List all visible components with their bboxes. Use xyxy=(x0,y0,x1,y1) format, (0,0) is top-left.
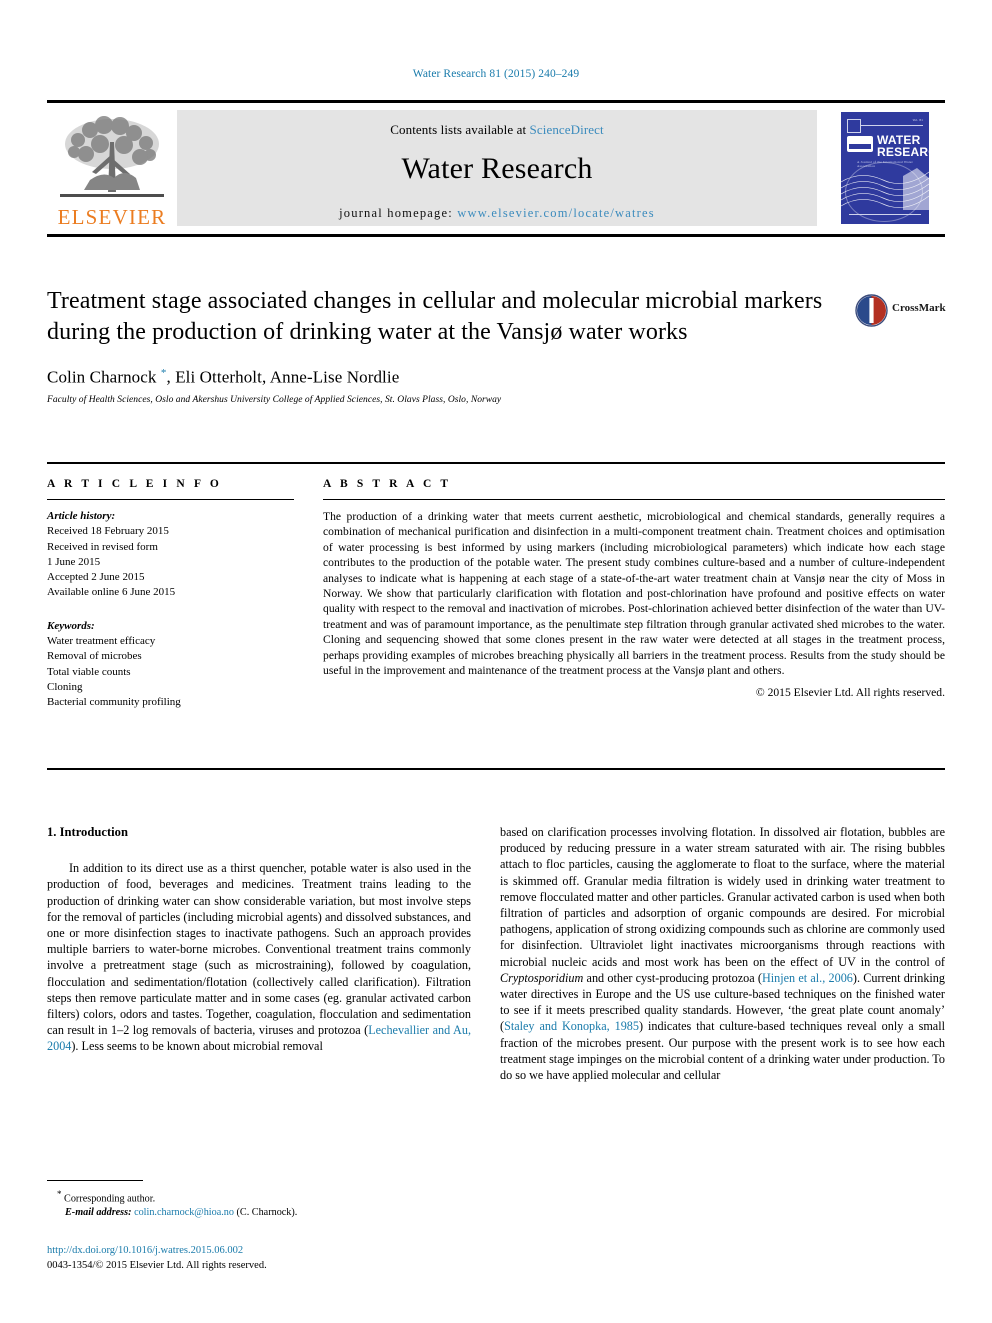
email-link[interactable]: colin.charnock@hioa.no xyxy=(134,1207,234,1218)
history-item: Received in revised form xyxy=(47,540,158,553)
organism-name-cryptosporidium: Cryptosporidium xyxy=(500,970,584,985)
abstract-column: A B S T R A C T The production of a drin… xyxy=(323,478,945,699)
keyword-item: Cloning xyxy=(47,680,83,693)
article-info-column: A R T I C L E I N F O Article history: R… xyxy=(47,478,294,711)
title-block: Treatment stage associated changes in ce… xyxy=(47,286,837,405)
keywords-block: Keywords: Water treatment efficacy Remov… xyxy=(47,619,294,711)
abstract-copyright: © 2015 Elsevier Ltd. All rights reserved… xyxy=(755,686,945,700)
contents-prefix: Contents lists available at xyxy=(390,122,530,137)
history-item: Received 18 February 2015 xyxy=(47,525,169,538)
masthead-bottom-rule xyxy=(47,234,945,237)
running-head: Water Research 81 (2015) 240–249 xyxy=(412,68,580,80)
email-line: E-mail address: colin.charnock@hioa.no (… xyxy=(47,1206,471,1220)
article-info-hairline xyxy=(47,499,294,500)
abstract-heading: A B S T R A C T xyxy=(323,478,452,490)
email-suffix: (C. Charnock). xyxy=(236,1207,298,1219)
article-info-heading: A R T I C L E I N F O xyxy=(47,478,222,490)
keywords-label: Keywords: xyxy=(47,619,95,632)
info-top-rule xyxy=(47,462,945,464)
history-item: Available online 6 June 2015 xyxy=(47,586,176,599)
intro-right-text-1: based on clarification processes involvi… xyxy=(500,825,945,969)
history-item: Accepted 2 June 2015 xyxy=(47,571,145,584)
introduction-paragraph-right: based on clarification processes involvi… xyxy=(500,824,945,1083)
doi-link[interactable]: http://dx.doi.org/10.1016/j.watres.2015.… xyxy=(47,1244,477,1259)
sciencedirect-band: Contents lists available at ScienceDirec… xyxy=(177,110,817,226)
body-column-right: based on clarification processes involvi… xyxy=(500,824,945,1083)
cover-volume-label: Vol. 81 xyxy=(912,118,923,122)
cover-top-rule xyxy=(861,125,923,126)
introduction-heading: 1. Introduction xyxy=(47,825,128,839)
keyword-item: Total viable counts xyxy=(47,665,131,678)
cover-title: WATER RESEARCH xyxy=(877,134,929,158)
history-item: 1 June 2015 xyxy=(47,555,101,568)
journal-cover-thumbnail: Vol. 81 WATER RESEARCH A Journal of the … xyxy=(829,110,941,226)
affiliation: Faculty of Health Sciences, Oslo and Ake… xyxy=(47,394,502,405)
imprint-block: http://dx.doi.org/10.1016/j.watres.2015.… xyxy=(47,1244,477,1273)
cover-elsevier-icon xyxy=(847,119,861,133)
body-column-left: 1. Introduction In addition to its direc… xyxy=(47,824,471,1055)
iwa-logo-icon xyxy=(847,136,873,152)
corresponding-author-label: Corresponding author. xyxy=(64,1193,156,1205)
crossmark-icon xyxy=(855,294,888,327)
corresponding-author-superscript: * xyxy=(160,367,167,379)
cover-title-line2: RESEARCH xyxy=(877,145,929,159)
introduction-paragraph-left: In addition to its direct use as a thirs… xyxy=(47,860,471,1054)
corresponding-author-marker: * xyxy=(57,1189,62,1199)
footnote-block: * Corresponding author. E-mail address: … xyxy=(47,1180,471,1220)
corresponding-author-line: * Corresponding author. xyxy=(47,1187,471,1206)
article-history-label: Article history: xyxy=(47,510,116,522)
cover-artwork: Vol. 81 WATER RESEARCH A Journal of the … xyxy=(841,112,929,224)
journal-homepage-line: journal homepage: www.elsevier.com/locat… xyxy=(177,206,817,221)
elsevier-wordmark: ELSEVIER xyxy=(57,205,167,229)
abstract-text: The production of a drinking water that … xyxy=(323,510,945,678)
issn-copyright: 0043-1354/© 2015 Elsevier Ltd. All right… xyxy=(47,1259,267,1271)
keyword-item: Bacterial community profiling xyxy=(47,696,181,709)
journal-masthead: ELSEVIER Contents lists available at Sci… xyxy=(47,100,945,237)
sciencedirect-link[interactable]: ScienceDirect xyxy=(530,122,604,137)
crossmark-label: CrossMark xyxy=(892,302,946,314)
crossmark-badge[interactable]: CrossMark xyxy=(855,292,946,336)
elsevier-tree-icon xyxy=(60,116,164,197)
citation-hinjen[interactable]: Hinjen et al., 2006 xyxy=(762,971,853,985)
article-history-block: Article history: Received 18 February 20… xyxy=(47,509,294,601)
masthead-top-rule xyxy=(47,100,945,103)
intro-left-text-1: In addition to its direct use as a thirs… xyxy=(47,861,471,1038)
homepage-label: journal homepage: xyxy=(339,206,453,220)
homepage-url[interactable]: www.elsevier.com/locate/watres xyxy=(457,206,655,220)
contents-line: Contents lists available at ScienceDirec… xyxy=(177,110,817,138)
keyword-item: Removal of microbes xyxy=(47,650,142,663)
author-list: Colin Charnock *, Eli Otterholt, Anne-Li… xyxy=(47,367,400,387)
intro-right-text-2: and other cyst-producing protozoa ( xyxy=(583,970,762,985)
keyword-item: Water treatment efficacy xyxy=(47,635,156,648)
intro-left-text-2: ). Less seems to be known about microbia… xyxy=(71,1039,323,1054)
page-title: Treatment stage associated changes in ce… xyxy=(47,288,823,345)
journal-title: Water Research xyxy=(401,152,593,185)
footnote-rule xyxy=(47,1180,143,1181)
email-label: E-mail address: xyxy=(65,1207,132,1219)
cover-wave-graphic xyxy=(841,168,929,210)
citation-staley-konopka[interactable]: Staley and Konopka, 1985 xyxy=(504,1019,639,1033)
author-names: Colin Charnock xyxy=(47,367,157,387)
abstract-hairline xyxy=(323,499,945,500)
cover-bottom-rule xyxy=(849,214,921,215)
info-bottom-rule xyxy=(47,768,945,770)
elsevier-logo: ELSEVIER xyxy=(51,108,173,228)
paper-page: Water Research 81 (2015) 240–249 ELSEVIE… xyxy=(0,0,992,1323)
